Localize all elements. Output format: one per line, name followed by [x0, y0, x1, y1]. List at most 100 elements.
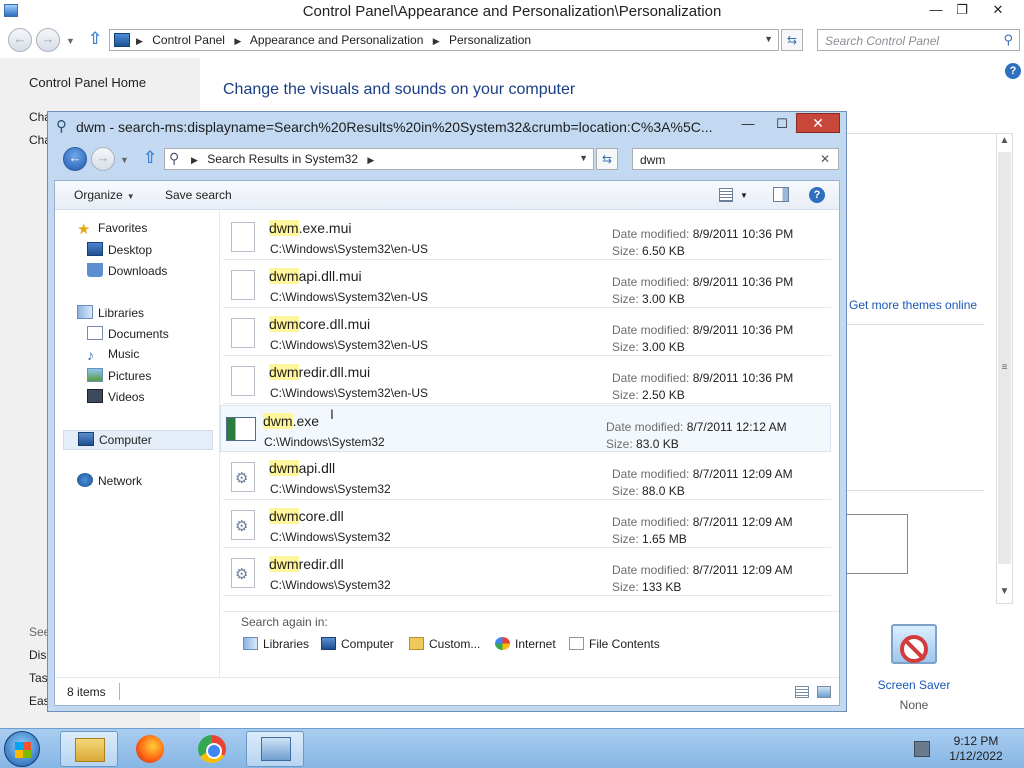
item-count: 8 items	[67, 685, 106, 699]
address-dropdown[interactable]: ▼	[579, 153, 588, 163]
taskbar-file-explorer[interactable]	[60, 731, 118, 767]
nav-item-desktop[interactable]: Desktop	[87, 242, 152, 262]
libraries-icon	[77, 305, 93, 319]
forward-button[interactable]: →	[91, 147, 115, 171]
pictures-icon	[87, 368, 103, 382]
date-modified: Date modified: 8/9/2011 10:36 PM	[612, 227, 794, 241]
system-clock[interactable]: 9:12 PM 1/12/2022	[940, 734, 1012, 764]
explorer-search-input[interactable]: dwm ✕	[632, 148, 839, 170]
control-panel-home-link[interactable]: Control Panel Home	[29, 75, 146, 90]
scroll-thumb[interactable]: ≡	[998, 152, 1011, 564]
explorer-title-bar[interactable]: ⚲ dwm - search-ms:displayname=Search%20R…	[48, 112, 846, 142]
clear-search-icon[interactable]: ✕	[820, 152, 830, 166]
see-also-link[interactable]: Tas	[29, 671, 48, 685]
nav-favorites[interactable]: ★ Favorites	[77, 221, 147, 241]
result-row[interactable]: dwmcore.dll C:\Windows\System32 Date mod…	[223, 501, 831, 548]
file-size: Size: 88.0 KB	[612, 484, 685, 498]
breadcrumb-search-results[interactable]: Search Results in System32	[207, 152, 358, 166]
scroll-up-arrow-icon[interactable]: ▲	[997, 135, 1012, 151]
computer-icon	[78, 432, 94, 446]
file-size: Size: 3.00 KB	[612, 340, 685, 354]
taskbar-control-panel[interactable]	[246, 731, 304, 767]
taskbar: 9:12 PM 1/12/2022	[0, 728, 1024, 768]
file-explorer-icon	[75, 738, 105, 762]
breadcrumb-appearance[interactable]: Appearance and Personalization	[250, 33, 423, 47]
maximize-button[interactable]: ❐	[946, 0, 978, 22]
close-button[interactable]: ✕	[982, 0, 1014, 22]
search-again-libraries[interactable]: Libraries	[243, 637, 309, 651]
change-view-icon[interactable]	[719, 188, 733, 202]
nav-computer[interactable]: Computer	[63, 430, 213, 450]
nav-item-videos[interactable]: Videos	[87, 389, 144, 409]
breadcrumb-personalization[interactable]: Personalization	[449, 33, 531, 47]
divider	[846, 324, 984, 325]
theme-preview[interactable]	[846, 514, 908, 574]
search-again-section: Search again in: Libraries Computer Cust…	[223, 611, 839, 671]
view-options-dropdown[interactable]: ▼	[740, 191, 748, 200]
recent-pages-dropdown[interactable]: ▼	[66, 36, 75, 46]
file-size: Size: 6.50 KB	[612, 244, 685, 258]
forward-button[interactable]: →	[36, 28, 60, 52]
taskbar-firefox[interactable]	[122, 731, 180, 767]
nav-item-downloads[interactable]: Downloads	[87, 263, 167, 283]
result-row[interactable]: dwmredir.dll C:\Windows\System32 Date mo…	[223, 549, 831, 596]
search-icon[interactable]: ⚲	[1003, 32, 1013, 48]
search-icon: ⚲	[56, 118, 67, 135]
nav-item-documents[interactable]: Documents	[87, 326, 169, 346]
close-button[interactable]: ✕	[796, 113, 840, 133]
save-search-button[interactable]: Save search	[165, 188, 232, 202]
control-panel-search-input[interactable]: Search Control Panel ⚲	[817, 29, 1020, 51]
nav-network[interactable]: Network	[77, 473, 142, 493]
nav-item-pictures[interactable]: Pictures	[87, 368, 151, 388]
details-view-icon[interactable]	[795, 686, 809, 698]
windows-start-icon[interactable]	[4, 731, 40, 767]
up-arrow-icon[interactable]: ⇧	[143, 148, 157, 168]
preview-pane-icon[interactable]	[773, 187, 789, 202]
themes-scrollbar[interactable]: ▲ ≡ ▼	[996, 133, 1013, 604]
screen-saver-value: None	[899, 698, 929, 712]
refresh-button[interactable]: ⇆	[781, 29, 803, 51]
back-button[interactable]: ←	[8, 28, 32, 52]
result-row[interactable]: dwmapi.dll.mui C:\Windows\System32\en-US…	[223, 261, 831, 308]
address-dropdown[interactable]: ▼	[764, 34, 773, 44]
breadcrumb-control-panel[interactable]: Control Panel	[152, 33, 225, 47]
address-box[interactable]: ⚲ ▶ Search Results in System32 ▶ ▼	[164, 148, 594, 170]
help-icon[interactable]: ?	[809, 187, 825, 203]
address-box[interactable]: ▶ Control Panel ▶ Appearance and Persona…	[109, 29, 779, 51]
file-path: C:\Windows\System32\en-US	[270, 290, 429, 304]
result-row[interactable]: dwm.exe.mui C:\Windows\System32\en-US Da…	[223, 213, 831, 260]
system-tray-icon[interactable]	[914, 741, 930, 757]
file-size: Size: 3.00 KB	[612, 292, 685, 306]
dll-file-icon	[231, 462, 255, 492]
large-icons-view-icon[interactable]	[817, 686, 831, 698]
screen-saver-setting[interactable]: Screen Saver None	[872, 624, 956, 714]
chrome-icon	[198, 735, 226, 763]
result-row[interactable]: dwmredir.dll.mui C:\Windows\System32\en-…	[223, 357, 831, 404]
date-modified: Date modified: 8/7/2011 12:12 AM	[606, 420, 787, 434]
search-again-custom[interactable]: Custom...	[409, 637, 480, 651]
search-again-computer[interactable]: Computer	[321, 637, 394, 651]
result-row[interactable]: dwmcore.dll.mui C:\Windows\System32\en-U…	[223, 309, 831, 356]
result-row-selected[interactable]: dwm.exe C:\Windows\System32 Date modifie…	[220, 405, 831, 452]
scroll-down-arrow-icon[interactable]: ▼	[997, 586, 1012, 602]
help-icon[interactable]: ?	[1005, 63, 1021, 79]
back-button[interactable]: ←	[63, 147, 87, 171]
recent-pages-dropdown[interactable]: ▼	[120, 155, 129, 165]
minimize-button[interactable]: —	[732, 114, 764, 134]
nav-libraries[interactable]: Libraries	[77, 305, 144, 325]
search-again-file-contents[interactable]: File Contents	[569, 637, 660, 651]
screen-saver-label[interactable]: Screen Saver	[872, 678, 956, 692]
refresh-button[interactable]: ⇆	[596, 148, 618, 170]
taskbar-chrome[interactable]	[184, 731, 242, 767]
clock-date: 1/12/2022	[949, 749, 1003, 763]
maximize-button[interactable]: ☐	[766, 114, 798, 134]
nav-item-music[interactable]: ♪ Music	[87, 347, 139, 367]
search-again-internet[interactable]: Internet	[495, 637, 556, 651]
divider	[119, 683, 120, 700]
date-modified: Date modified: 8/7/2011 12:09 AM	[612, 563, 793, 577]
up-arrow-icon[interactable]: ⇧	[88, 29, 102, 49]
organize-menu[interactable]: Organize ▼	[74, 188, 135, 202]
get-more-themes-link[interactable]: Get more themes online	[849, 298, 977, 312]
control-panel-icon	[261, 737, 291, 761]
result-row[interactable]: dwmapi.dll C:\Windows\System32 Date modi…	[223, 453, 831, 500]
